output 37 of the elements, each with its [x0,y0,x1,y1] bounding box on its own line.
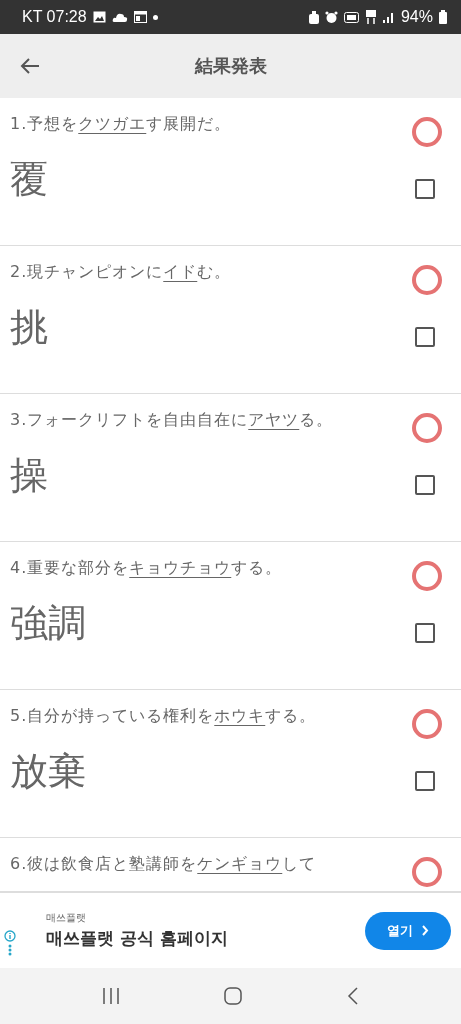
checkbox[interactable] [415,326,435,347]
home-icon[interactable] [224,987,243,1005]
hd-icon [343,11,359,23]
checkbox[interactable] [415,474,435,495]
question-text: 1.予想を クツガエす展開だ。 [10,113,232,135]
battery-percent: 94% [400,8,433,26]
checkbox[interactable] [415,770,435,791]
answer-text: 覆 [10,156,48,203]
status-time: KT 07:28 [22,8,87,26]
alarm-icon [324,10,338,24]
question-text: 3.フォークリフトを自由自在にアヤツ る。 [10,409,334,431]
answer-text: 操 [10,452,48,499]
answer-text: 強調 [10,600,86,647]
question-text: 4.重要な部分をキョウチョウする。 [10,557,283,579]
cloud-icon [111,12,128,22]
ad-headline: 매쓰플랫 공식 홈페이지 [46,927,229,950]
question-text: 2.現チャンピオンにイド む。 [10,261,232,283]
screen-title: 結果発表 [194,54,267,78]
image-icon [92,11,106,23]
more-icon[interactable] [8,943,12,956]
advertiser-name: 매쓰플랫 [46,911,87,925]
info-icon[interactable] [4,929,16,942]
chevron-icon [421,925,429,936]
signal-icon [382,11,395,23]
question-text: 6.彼は飲食店と塾講師をケンギョウ して [10,853,317,875]
recent-apps-icon[interactable] [102,988,121,1004]
back-icon[interactable] [346,987,359,1005]
window-icon [133,11,147,23]
checkbox[interactable] [415,178,435,199]
battery-icon [439,10,447,24]
answer-text: 放棄 [10,748,86,795]
question-text: 5.自分が持っている権利をホウキする。 [10,705,317,727]
answer-text: 挑 [10,304,48,351]
checkbox[interactable] [415,622,435,643]
dot-icon [152,14,158,20]
back-arrow-icon [20,57,40,75]
open-button[interactable]: 열기 [365,911,451,950]
